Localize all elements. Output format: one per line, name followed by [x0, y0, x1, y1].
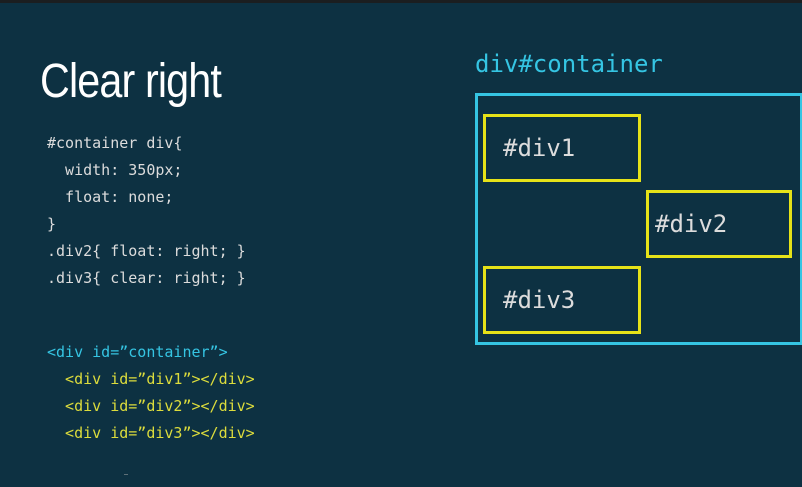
slide-title: Clear right: [40, 55, 222, 108]
div3-label: #div3: [503, 286, 576, 314]
html-line-div1: <div id=”div1”></div>: [47, 370, 255, 388]
div2-box: #div2: [646, 190, 792, 258]
div1-label: #div1: [503, 134, 576, 162]
div3-box: #div3: [483, 266, 641, 334]
top-bar: [0, 0, 802, 3]
css-line: .div3{ clear: right; }: [47, 269, 246, 287]
html-line-div3: <div id=”div3”></div>: [47, 424, 255, 442]
decorative-speck: [124, 474, 128, 475]
css-line: float: none;: [47, 188, 174, 206]
css-line: width: 350px;: [47, 161, 183, 179]
div1-box: #div1: [483, 114, 641, 182]
div2-label: #div2: [655, 210, 728, 238]
html-line-div2: <div id=”div2”></div>: [47, 397, 255, 415]
css-line: .div2{ float: right; }: [47, 242, 246, 260]
slide: Clear right #container div{ width: 350px…: [0, 0, 802, 487]
html-line-container: <div id=”container”>: [47, 343, 228, 361]
css-code-block: #container div{ width: 350px; float: non…: [47, 130, 246, 292]
html-code-block: <div id=”container”> <div id=”div1”></di…: [47, 339, 255, 447]
css-line: #container div{: [47, 134, 183, 152]
container-label: div#container: [475, 50, 663, 78]
css-line: }: [47, 215, 57, 233]
